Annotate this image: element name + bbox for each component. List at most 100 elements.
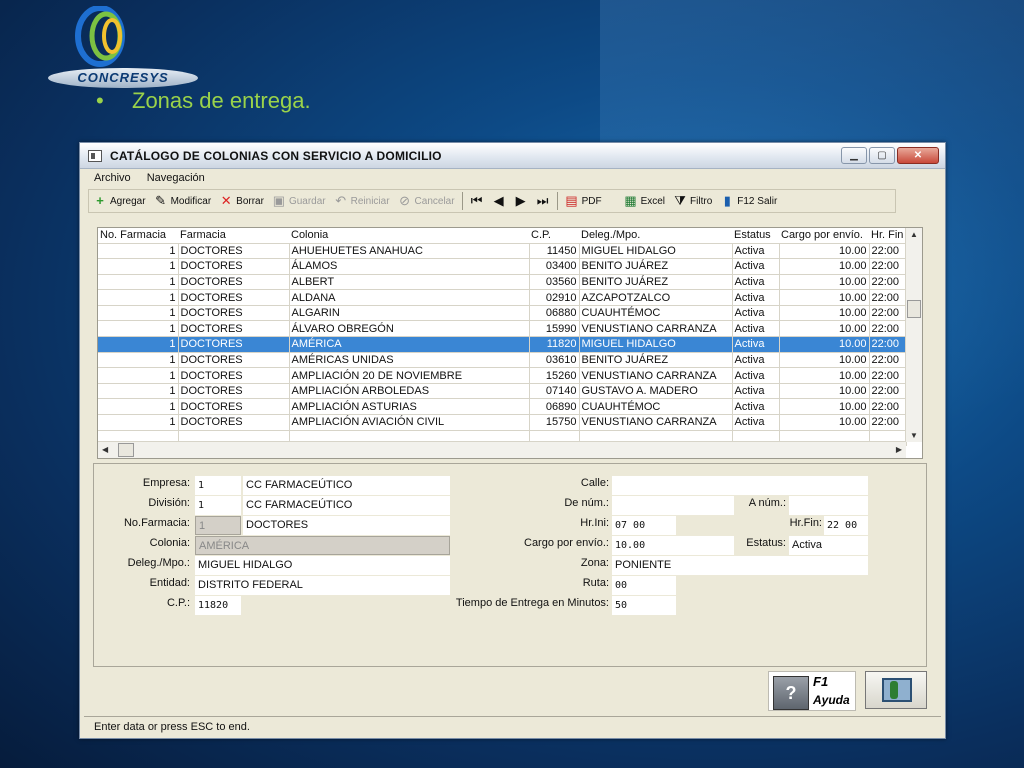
column-header[interactable]: Estatus xyxy=(732,228,779,244)
pdf-button[interactable]: ▤ PDF xyxy=(561,190,606,212)
maximize-button[interactable]: ▢ xyxy=(869,147,895,164)
table-row[interactable]: 1 DOCTORES AMPLIACIÓN AVIACIÓN CIVIL 15750 V… xyxy=(98,414,907,431)
table-row[interactable]: 1 DOCTORES AMÉRICAS UNIDAS 03610 BENITO JUÁR… xyxy=(98,352,907,369)
vertical-scroll-thumb[interactable] xyxy=(907,300,921,318)
zona-field[interactable]: PONIENTE xyxy=(612,556,868,575)
table-row[interactable]: 1 DOCTORES ÁLVARO OBREGÓN 15990 VENUSTIANO C… xyxy=(98,320,907,338)
column-header[interactable]: Cargo por envío. xyxy=(779,228,869,244)
next-record-button[interactable]: ▶ xyxy=(510,190,532,212)
nofarmacia-label: No.Farmacia: xyxy=(123,517,190,529)
prev-record-button[interactable]: ◀ xyxy=(488,190,510,212)
estatus-field[interactable]: Activa xyxy=(789,536,868,555)
window-titlebar[interactable]: CATÁLOGO DE COLONIAS CON SERVICIO A DOMI… xyxy=(80,143,945,169)
table-cell: DOCTORES xyxy=(178,352,290,369)
borrar-button[interactable]: ✕ Borrar xyxy=(215,190,268,212)
exit-door-icon: ▮ xyxy=(723,193,731,208)
agregar-button[interactable]: + Agregar xyxy=(89,190,150,212)
table-cell: 22:00 xyxy=(869,243,907,260)
nofarmacia-code-field: 1 xyxy=(195,516,241,535)
cancelar-button[interactable]: ⊘ Cancelar xyxy=(394,190,459,212)
division-label: División: xyxy=(148,497,190,509)
table-cell: Activa xyxy=(732,414,780,431)
table-cell: GUSTAVO A. MADERO xyxy=(579,383,733,400)
division-code-field[interactable]: 1 xyxy=(195,496,241,515)
table-cell: 1 xyxy=(98,367,179,384)
help-key: F1 xyxy=(813,674,829,689)
minimize-button[interactable]: ▁ xyxy=(841,147,867,164)
colonias-grid[interactable]: No. Farmacia Farmacia Colonia C.P. Deleg… xyxy=(97,227,923,459)
horizontal-scroll-thumb[interactable] xyxy=(118,443,134,457)
salir-button[interactable]: ▮ F12 Salir xyxy=(716,190,781,212)
deleg-label: Deleg./Mpo.: xyxy=(127,557,190,569)
table-cell: 10.00 xyxy=(779,383,870,400)
cancelar-label: Cancelar xyxy=(414,195,455,207)
table-cell: Activa xyxy=(732,289,780,306)
slide-bullet: • xyxy=(96,88,104,113)
scroll-right-icon[interactable]: ▶ xyxy=(896,445,902,454)
table-cell: 22:00 xyxy=(869,258,907,275)
exit-button[interactable] xyxy=(865,671,927,709)
column-header[interactable]: Farmacia xyxy=(178,228,289,244)
table-row[interactable]: 1 DOCTORES ALDANA 02910 AZCAPOTZALCO Activa 10… xyxy=(98,289,907,306)
close-button[interactable]: ✕ xyxy=(897,147,939,164)
table-row[interactable]: 1 DOCTORES AMPLIACIÓN ARBOLEDAS 07140 GUSTAV… xyxy=(98,383,907,400)
menu-navegacion[interactable]: Navegación xyxy=(147,172,205,184)
first-record-button[interactable]: ⏮ xyxy=(466,190,488,212)
column-header[interactable]: C.P. xyxy=(529,228,579,244)
de-num-field[interactable] xyxy=(612,496,734,515)
entidad-field[interactable]: DISTRITO FEDERAL xyxy=(195,576,450,595)
table-cell: 1 xyxy=(98,398,179,416)
column-header[interactable]: No. Farmacia xyxy=(98,228,178,244)
table-row[interactable]: 1 DOCTORES AMPLIACIÓN 20 DE NOVIEMBRE 15260… xyxy=(98,367,907,384)
scroll-up-icon[interactable]: ▲ xyxy=(910,230,918,239)
grid-vertical-scrollbar[interactable]: ▲ ▼ xyxy=(905,228,922,442)
cancel-icon: ⊘ xyxy=(399,193,410,208)
table-row[interactable]: 1 DOCTORES AHUEHUETES ANAHUAC 11450 MIGUEL H… xyxy=(98,243,907,260)
calle-field[interactable] xyxy=(612,476,868,495)
hr-fin-field[interactable]: 22 00 xyxy=(824,516,868,535)
last-record-button[interactable]: ⏭ xyxy=(532,190,554,212)
scroll-left-icon[interactable]: ◀ xyxy=(102,445,108,454)
table-row[interactable]: 1 DOCTORES AMÉRICA 11820 MIGUEL HIDALGO Activ… xyxy=(98,336,907,353)
hr-ini-field[interactable]: 07 00 xyxy=(612,516,676,535)
column-header[interactable]: Hr. Fin xyxy=(869,228,906,244)
table-cell: Activa xyxy=(732,336,780,353)
empresa-code-field[interactable]: 1 xyxy=(195,476,241,495)
column-header[interactable]: Colonia xyxy=(289,228,529,244)
window-title: CATÁLOGO DE COLONIAS CON SERVICIO A DOMI… xyxy=(110,148,442,163)
table-cell: 22:00 xyxy=(869,274,907,291)
a-num-label: A núm.: xyxy=(748,497,786,509)
modificar-button[interactable]: ✎ Modificar xyxy=(150,190,216,212)
table-row[interactable]: 1 DOCTORES ÁLAMOS 03400 BENITO JUÁREZ Activa 1… xyxy=(98,258,907,275)
cargo-field[interactable]: 10.00 xyxy=(612,536,734,555)
table-cell: 10.00 xyxy=(779,367,870,384)
guardar-button[interactable]: ▣ Guardar xyxy=(268,190,330,212)
table-row[interactable]: 1 DOCTORES ALBERT 03560 BENITO JUÁREZ Activa 1… xyxy=(98,274,907,291)
table-cell: VENUSTIANO CARRANZA xyxy=(579,367,733,384)
table-cell: DOCTORES xyxy=(178,258,290,275)
table-row[interactable]: 1 DOCTORES ALGARIN 06880 CUAUHTÉMOC Activa 10.… xyxy=(98,305,907,322)
filtro-button[interactable]: ⧩ Filtro xyxy=(669,190,716,212)
a-num-field[interactable] xyxy=(789,496,868,515)
toolbar-separator xyxy=(556,192,558,210)
scroll-down-icon[interactable]: ▼ xyxy=(910,431,918,440)
table-cell: AMPLIACIÓN AVIACIÓN CIVIL xyxy=(289,414,530,431)
help-button[interactable]: ? F1 Ayuda xyxy=(768,671,856,711)
table-cell: 1 xyxy=(98,305,179,322)
excel-button[interactable]: ▦ Excel xyxy=(620,190,669,212)
menu-archivo[interactable]: Archivo xyxy=(94,172,131,184)
reiniciar-button[interactable]: ↶ Reiniciar xyxy=(330,190,394,212)
column-header[interactable]: Deleg./Mpo. xyxy=(579,228,732,244)
deleg-field[interactable]: MIGUEL HIDALGO xyxy=(195,556,450,575)
undo-icon: ↶ xyxy=(335,193,347,208)
table-cell: 03610 xyxy=(529,352,580,369)
table-cell: 10.00 xyxy=(779,398,870,416)
table-cell: Activa xyxy=(732,274,780,291)
ruta-field[interactable]: 00 xyxy=(612,576,676,595)
table-row[interactable]: 1 DOCTORES AMPLIACIÓN ASTURIAS 06890 CUAUHTÉ… xyxy=(98,398,907,416)
table-cell: ÁLVARO OBREGÓN xyxy=(289,320,530,338)
tiempo-field[interactable]: 50 xyxy=(612,596,676,615)
grid-horizontal-scrollbar[interactable]: ◀ ▶ xyxy=(98,441,906,458)
hr-ini-label: Hr.Ini: xyxy=(580,517,609,529)
cp-field[interactable]: 11820 xyxy=(195,596,241,615)
